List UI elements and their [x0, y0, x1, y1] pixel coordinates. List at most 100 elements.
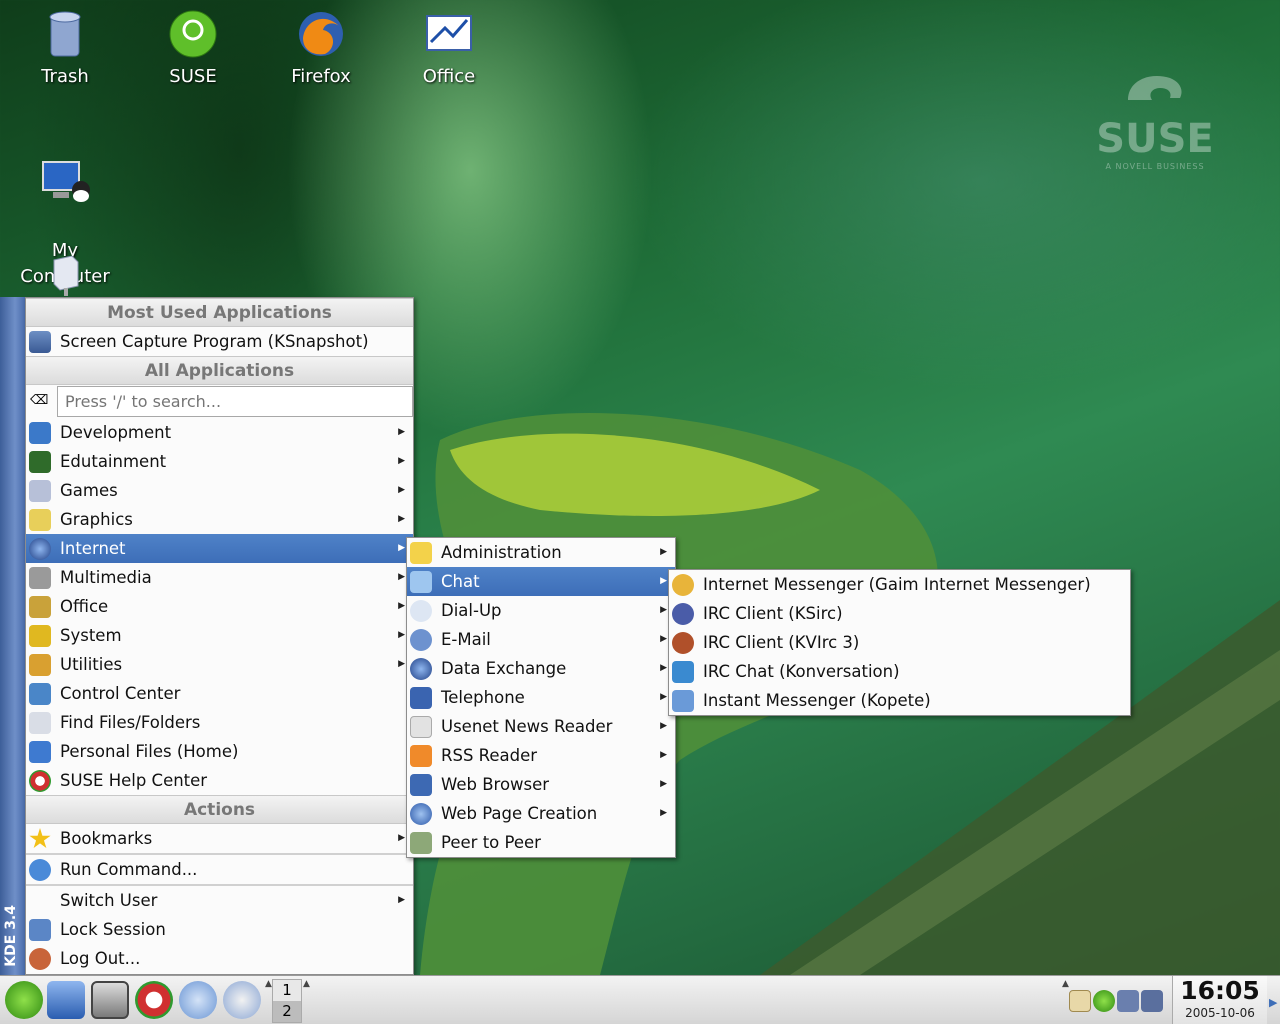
menu-item-control-center[interactable]: Control Center	[26, 679, 413, 708]
menu-item-utilities[interactable]: Utilities ▶	[26, 650, 413, 679]
submenu-arrow-icon: ▶	[398, 630, 405, 640]
volume-tray-icon[interactable]	[1141, 990, 1163, 1012]
internet-submenu: Administration ▶ Chat ▶ Dial-Up ▶ E-Mail ▶ D…	[406, 537, 676, 858]
k-menu: Most Used Applications Screen Capture Pr…	[25, 297, 414, 975]
desktop-icon-firefox[interactable]: Firefox	[271, 8, 371, 90]
menu-item-data-exchange[interactable]: Data Exchange ▶	[407, 654, 675, 683]
menu-item-development[interactable]: Development ▶	[26, 418, 413, 447]
menu-item-internet[interactable]: Internet ▶	[26, 534, 413, 563]
menu-item-administration[interactable]: Administration ▶	[407, 538, 675, 567]
network-icon[interactable]	[48, 256, 84, 296]
search-input[interactable]	[57, 386, 413, 417]
home-launcher-icon[interactable]	[47, 981, 85, 1019]
menu-item-help-center[interactable]: SUSE Help Center	[26, 766, 413, 795]
menu-item-email[interactable]: E-Mail ▶	[407, 625, 675, 654]
help-launcher-icon[interactable]	[135, 981, 173, 1019]
menu-item-switch-user[interactable]: Switch User ▶	[26, 886, 413, 915]
menu-item-games[interactable]: Games ▶	[26, 476, 413, 505]
konqueror-launcher-icon[interactable]	[179, 981, 217, 1019]
menu-item-home[interactable]: Personal Files (Home)	[26, 737, 413, 766]
lock-icon	[29, 919, 51, 941]
menu-item-usenet[interactable]: Usenet News Reader ▶	[407, 712, 675, 741]
menu-item-multimedia[interactable]: Multimedia ▶	[26, 563, 413, 592]
desktop-icon-label: Office	[422, 66, 476, 87]
menu-item-chat[interactable]: Chat ▶	[407, 567, 675, 596]
menu-item-kopete[interactable]: Instant Messenger (Kopete)	[669, 686, 1130, 715]
computer-icon	[42, 161, 90, 202]
menu-item-system[interactable]: System ▶	[26, 621, 413, 650]
menu-item-dial-up[interactable]: Dial-Up ▶	[407, 596, 675, 625]
chameleon-logo-icon	[1128, 76, 1182, 100]
menu-item-run-command[interactable]: Run Command...	[26, 855, 413, 884]
menu-item-find-files[interactable]: Find Files/Folders	[26, 708, 413, 737]
clock-time: 16:05	[1180, 976, 1260, 1005]
admin-icon	[410, 542, 432, 564]
control-center-icon	[29, 683, 51, 705]
office-icon	[426, 15, 472, 51]
home-icon	[29, 741, 51, 763]
suse-updater-tray-icon[interactable]	[1093, 990, 1115, 1012]
chat-submenu: Internet Messenger (Gaim Internet Messen…	[668, 569, 1131, 716]
submenu-arrow-icon: ▶	[398, 427, 405, 437]
find-icon	[29, 712, 51, 734]
submenu-arrow-icon: ▶	[398, 659, 405, 669]
menu-item-peer-to-peer[interactable]: Peer to Peer	[407, 828, 675, 857]
internet-icon	[29, 538, 51, 560]
clock-date: 2005-10-06	[1185, 1006, 1255, 1020]
clock[interactable]: 16:05 2005-10-06	[1172, 976, 1267, 1024]
submenu-arrow-icon: ▶	[398, 456, 405, 466]
submenu-arrow-icon: ▶	[660, 547, 667, 557]
trash-icon	[49, 11, 81, 57]
p2p-icon	[410, 832, 432, 854]
data-exchange-icon	[410, 658, 432, 680]
desktop-icon-office[interactable]: Office	[399, 8, 499, 90]
kopete-icon	[672, 690, 694, 712]
rss-icon	[410, 745, 432, 767]
desktop-icon-label: SUSE	[169, 66, 217, 87]
kvirc-icon	[672, 632, 694, 654]
clear-search-icon[interactable]: ⌫	[30, 393, 50, 409]
menu-item-lock-session[interactable]: Lock Session	[26, 915, 413, 944]
klipper-tray-icon[interactable]	[1069, 990, 1091, 1012]
konversation-icon	[672, 661, 694, 683]
menu-item-graphics[interactable]: Graphics ▶	[26, 505, 413, 534]
menu-item-office[interactable]: Office ▶	[26, 592, 413, 621]
submenu-arrow-icon: ▶	[398, 601, 405, 611]
news-icon	[410, 716, 432, 738]
menu-item-ksnapshot[interactable]: Screen Capture Program (KSnapshot)	[26, 327, 413, 356]
kde-version-label: KDE 3.4	[3, 905, 19, 967]
menu-item-konversation[interactable]: IRC Chat (Konversation)	[669, 657, 1130, 686]
pager-desktop-2[interactable]: 2	[273, 1001, 301, 1022]
graphics-icon	[29, 509, 51, 531]
web-creation-icon	[410, 803, 432, 825]
menu-item-ksirc[interactable]: IRC Client (KSirc)	[669, 599, 1130, 628]
k-menu-button[interactable]	[5, 981, 43, 1019]
office-icon	[29, 596, 51, 618]
menu-item-edutainment[interactable]: Edutainment ▶	[26, 447, 413, 476]
menu-item-bookmarks[interactable]: Bookmarks ▶	[26, 824, 413, 853]
suse-icon	[169, 10, 217, 58]
games-icon	[29, 480, 51, 502]
menu-item-web-browser[interactable]: Web Browser ▶	[407, 770, 675, 799]
menu-item-gaim[interactable]: Internet Messenger (Gaim Internet Messen…	[669, 570, 1130, 599]
menu-item-web-page-creation[interactable]: Web Page Creation ▶	[407, 799, 675, 828]
desktop-icon-suse[interactable]: SUSE	[143, 8, 243, 90]
menu-item-log-out[interactable]: Log Out...	[26, 944, 413, 973]
logout-icon	[29, 948, 51, 970]
pager-desktop-1[interactable]: 1	[273, 980, 301, 1001]
submenu-arrow-icon: ▶	[660, 750, 667, 760]
terminal-launcher-icon[interactable]	[91, 981, 129, 1019]
menu-item-kvirc[interactable]: IRC Client (KVIrc 3)	[669, 628, 1130, 657]
submenu-arrow-icon: ▶	[660, 663, 667, 673]
network-tray-icon[interactable]	[1117, 990, 1139, 1012]
pager-arrow-icon[interactable]: ▲	[265, 979, 272, 989]
hide-panel-arrow-icon[interactable]: ▶	[1269, 996, 1277, 1009]
desktop-icon-trash[interactable]: Trash	[15, 8, 115, 90]
menu-item-telephone[interactable]: Telephone ▶	[407, 683, 675, 712]
all-applications-header: All Applications	[26, 356, 413, 385]
menu-item-rss[interactable]: RSS Reader ▶	[407, 741, 675, 770]
submenu-arrow-icon: ▶	[398, 895, 405, 905]
submenu-arrow-icon: ▶	[660, 576, 667, 586]
mail-launcher-icon[interactable]	[223, 981, 261, 1019]
taskbar-arrow-icon[interactable]: ▲	[303, 979, 310, 989]
